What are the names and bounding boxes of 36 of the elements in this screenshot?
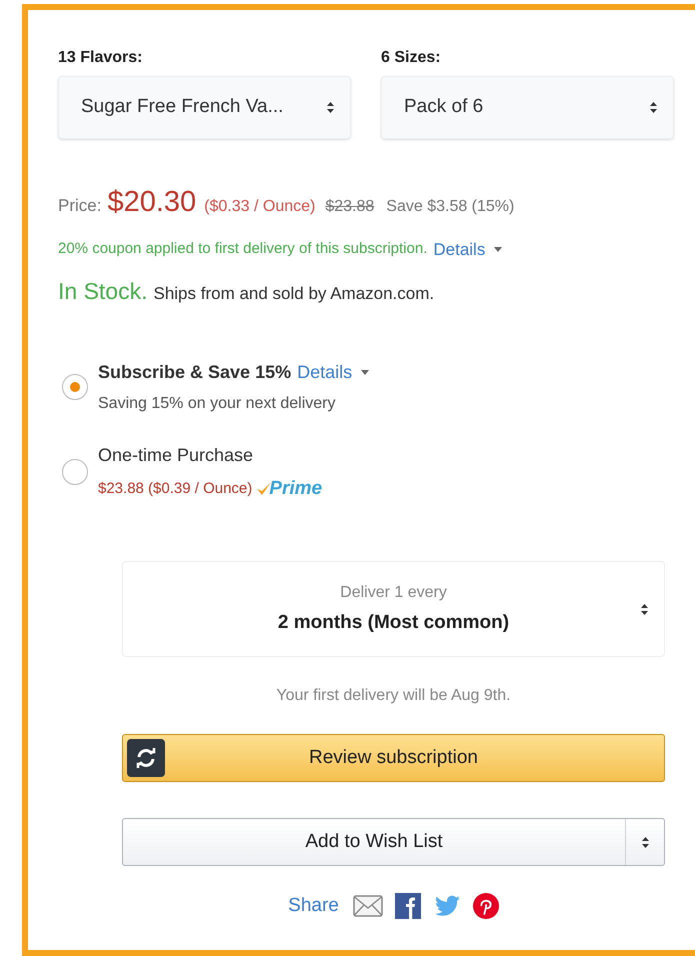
caret-icon: [494, 246, 502, 252]
unit-price: ($0.33 / Ounce): [204, 197, 316, 217]
list-price: $23.88: [325, 197, 374, 217]
variation-dropdown[interactable]: Pack of 6: [381, 76, 674, 139]
pin-icon[interactable]: [472, 893, 499, 920]
option-subtitle: Saving 15% on your next delivery: [98, 394, 336, 414]
details-link[interactable]: Details: [297, 358, 370, 386]
details-link[interactable]: Details: [433, 236, 502, 262]
option-subtitle: $23.88 ($0.39 / Ounce): [98, 478, 252, 498]
variation-dropdown[interactable]: Sugar Free French Va...: [58, 76, 351, 139]
bird-icon[interactable]: [432, 894, 461, 918]
sort-arrows-icon: [641, 604, 648, 615]
variation-label: 6 Sizes:: [381, 48, 442, 68]
variation-label: 13 Flavors:: [58, 48, 144, 68]
shipping-text: Ships from and sold by Amazon.com.: [153, 283, 434, 305]
email-icon[interactable]: [352, 895, 383, 918]
sort-arrows-icon: [327, 102, 334, 113]
first-delivery-text: Your first delivery will be Aug 9th.: [276, 686, 511, 706]
prime-badge: Prime: [256, 474, 322, 503]
share-link[interactable]: Share: [288, 892, 339, 920]
radio-button[interactable]: [62, 459, 88, 486]
review-subscription-button[interactable]: Review subscription: [122, 734, 665, 782]
refresh-icon: [127, 739, 165, 777]
sort-arrows-icon: [650, 102, 657, 113]
stock-status: In Stock.: [58, 277, 148, 306]
savings-text: Save $3.58 (15%): [386, 197, 514, 217]
price-label: Price:: [58, 195, 102, 217]
caret-icon: [361, 370, 370, 374]
option-title: Subscribe & Save 15%: [98, 360, 292, 384]
option-title: One-time Purchase: [98, 444, 254, 466]
coupon-text: 20% coupon applied to first delivery of this subscription.: [58, 239, 428, 259]
radio-button[interactable]: [62, 374, 88, 400]
delivery-frequency-dropdown[interactable]: Deliver 1 every 2 months (Most common): [122, 561, 665, 657]
facebook-icon[interactable]: [394, 893, 421, 920]
sort-arrows-icon: [642, 836, 648, 848]
price-amount: $20.30: [107, 185, 196, 220]
